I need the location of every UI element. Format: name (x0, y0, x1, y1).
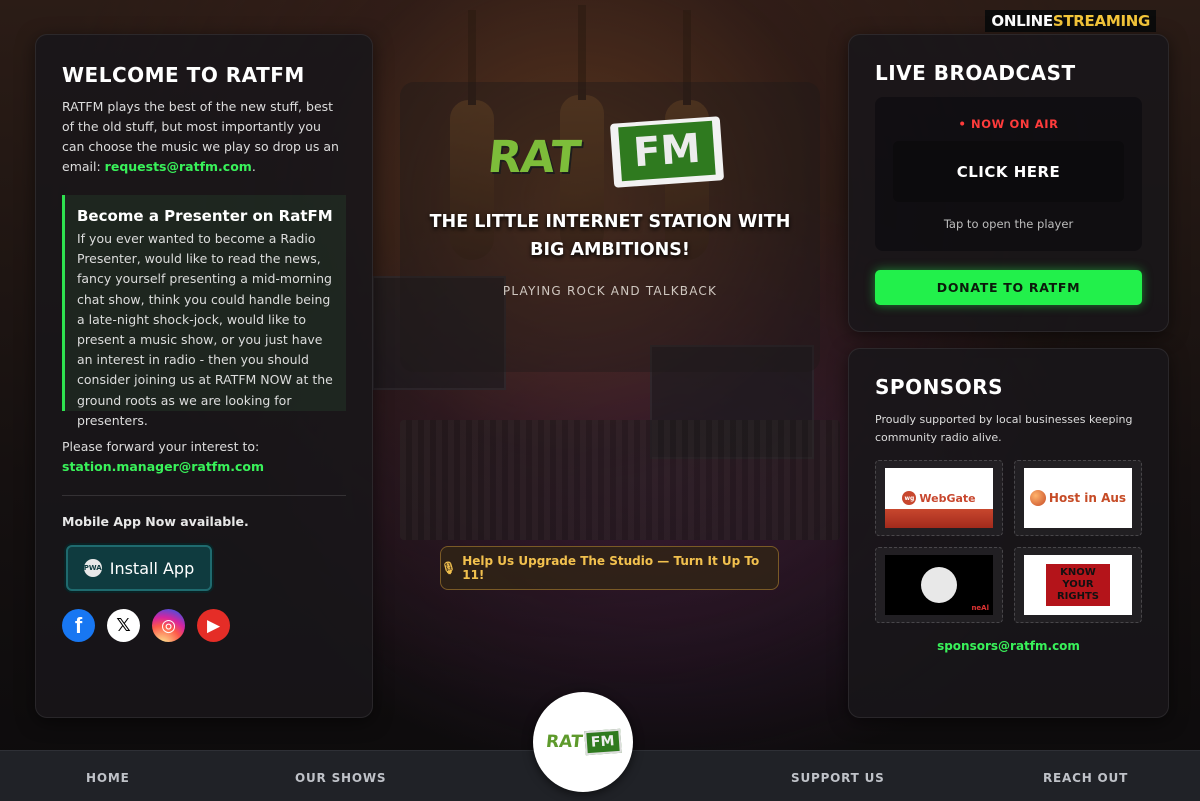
sponsors-text: Proudly supported by local businesses ke… (875, 413, 1133, 444)
know-your-rights-logo: KNOW YOUR RIGHTS (1024, 555, 1132, 615)
logo-fm-text: FM (618, 120, 716, 182)
neal-tag: neAl (971, 604, 989, 612)
presenter-callout: Become a Presenter on RatFM If you ever … (62, 195, 346, 428)
footer-logo-fm: FM (583, 728, 621, 756)
webgate-text: WebGate (919, 491, 976, 505)
forward-interest: Please forward your interest to: station… (62, 437, 346, 477)
portrait-icon (921, 567, 957, 603)
sponsor-hostinaus[interactable]: Host in Aus (1014, 460, 1142, 536)
sponsors-panel: SPONSORS Proudly supported by local busi… (848, 348, 1169, 718)
instagram-icon[interactable]: ◎ (152, 609, 185, 642)
pwa-icon: PWA (83, 559, 102, 577)
neal-logo: neAl (885, 555, 993, 615)
welcome-intro-end: . (251, 159, 256, 174)
mobile-app-text: Mobile App Now available. (62, 514, 249, 529)
badge-part1: ONLINE (991, 12, 1053, 30)
sponsor-webgate[interactable]: wg WebGate (875, 460, 1003, 536)
hero-tagline: THE LITTLE INTERNET STATION WITH BIG AMB… (429, 212, 791, 260)
facebook-icon[interactable]: f (62, 609, 95, 642)
bg-mixing-desk (400, 420, 840, 540)
logo-fm-badge: FM (609, 116, 725, 188)
donate-button[interactable]: DONATE TO RATFM (875, 270, 1142, 305)
sponsor-neal[interactable]: neAl (875, 547, 1003, 623)
station-manager-email-link[interactable]: station.manager@ratfm.com (62, 457, 346, 477)
tap-hint: Tap to open the player (943, 217, 1074, 231)
upgrade-studio-button[interactable]: 🎙 Help Us Upgrade The Studio — Turn It U… (440, 546, 779, 590)
install-app-label: Install App (109, 558, 195, 578)
ratfm-logo: RAT FM (485, 116, 732, 192)
welcome-intro: RATFM plays the best of the new stuff, b… (62, 97, 346, 177)
know-your-rights-text: KNOW YOUR RIGHTS (1046, 564, 1110, 606)
footer-logo-rat: RAT (544, 732, 584, 752)
nav-reach-out[interactable]: REACH OUT (1043, 771, 1128, 785)
upgrade-studio-label: Help Us Upgrade The Studio — Turn It Up … (462, 554, 760, 582)
nav-home[interactable]: HOME (86, 771, 130, 785)
presenter-body: If you ever wanted to become a Radio Pre… (77, 231, 333, 428)
webgate-logo: wg WebGate (885, 468, 993, 528)
social-links: f 𝕏 ◎ ▶ (62, 609, 372, 642)
x-icon[interactable]: 𝕏 (107, 609, 140, 642)
presenter-title: Become a Presenter on RatFM (77, 207, 333, 225)
youtube-icon[interactable]: ▶ (197, 609, 230, 642)
globe-icon (1029, 490, 1046, 506)
click-here-button[interactable]: CLICK HERE (893, 141, 1124, 202)
requests-email-link[interactable]: requests@ratfm.com (105, 159, 252, 174)
install-app-button[interactable]: PWA Install App (66, 545, 212, 591)
sponsors-title: SPONSORS (875, 375, 1004, 399)
player-box: • NOW ON AIR CLICK HERE Tap to open the … (875, 97, 1142, 251)
hostinaus-logo: Host in Aus (1024, 468, 1132, 528)
forward-text: Please forward your interest to: (62, 439, 260, 454)
hero-subtagline: PLAYING ROCK AND TALKBACK (502, 284, 718, 298)
hostinaus-text: Host in Aus (1048, 491, 1127, 505)
now-on-air-indicator: • NOW ON AIR (958, 117, 1059, 131)
webgate-badge: wg (902, 491, 917, 505)
online-streaming-badge: ONLINESTREAMING (985, 10, 1156, 32)
live-broadcast-title: LIVE BROADCAST (875, 61, 1076, 85)
microphone-icon: 🎙 (441, 561, 457, 575)
divider (62, 495, 346, 496)
live-broadcast-panel: LIVE BROADCAST • NOW ON AIR CLICK HERE T… (848, 34, 1169, 332)
footer-logo[interactable]: RAT FM (533, 692, 633, 792)
sponsors-email-link[interactable]: sponsors@ratfm.com (849, 639, 1168, 653)
welcome-title: WELCOME TO RATFM (62, 63, 305, 87)
welcome-panel: WELCOME TO RATFM RATFM plays the best of… (35, 34, 373, 718)
sponsor-know-your-rights[interactable]: KNOW YOUR RIGHTS (1014, 547, 1142, 623)
sponsor-grid: wg WebGate Host in Aus neAl KNOW YOUR RI… (875, 460, 1142, 623)
nav-our-shows[interactable]: OUR SHOWS (295, 771, 386, 785)
badge-part2: STREAMING (1052, 12, 1150, 30)
logo-rat-text: RAT (485, 132, 583, 183)
nav-support-us[interactable]: SUPPORT US (791, 771, 885, 785)
